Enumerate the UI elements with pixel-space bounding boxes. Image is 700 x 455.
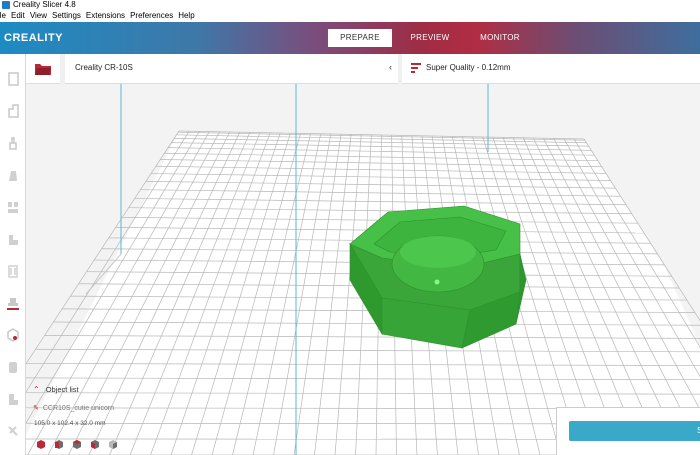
top-view-icon[interactable]	[71, 438, 82, 449]
tool-4-icon[interactable]	[3, 164, 23, 186]
header-bar: CREALITY PREPARE PREVIEW MONITOR	[0, 22, 700, 54]
print-settings-selector[interactable]: Super Quality - 0.12mm	[402, 54, 700, 84]
printer-selector[interactable]: Creality CR-10S ‹	[65, 54, 398, 84]
tool-11-icon[interactable]	[3, 356, 23, 378]
slice-button[interactable]: S	[569, 421, 700, 441]
creality-logo: CREALITY	[4, 32, 63, 44]
per-model-settings-icon[interactable]	[3, 324, 23, 346]
tool-1-icon[interactable]	[3, 68, 23, 90]
open-file-button[interactable]	[26, 54, 60, 84]
menu-bar: ile Edit View Settings Extensions Prefer…	[0, 10, 700, 22]
model-dome-top	[400, 236, 476, 268]
model-highlight	[434, 279, 440, 285]
tool-12-icon[interactable]	[3, 388, 23, 410]
left-toolbar	[0, 54, 26, 455]
tool-13-icon[interactable]	[3, 420, 23, 442]
tool-2-icon[interactable]	[3, 100, 23, 122]
menu-help[interactable]: Help	[178, 10, 194, 22]
quality-profile-label: Super Quality - 0.12mm	[426, 63, 511, 72]
support-blocker-icon[interactable]	[3, 292, 23, 314]
menu-file[interactable]: ile	[0, 10, 6, 22]
tab-monitor[interactable]: MONITOR	[468, 29, 532, 47]
tool-6-icon[interactable]	[3, 228, 23, 250]
tab-preview[interactable]: PREVIEW	[398, 29, 462, 47]
left-view-icon[interactable]	[89, 438, 100, 449]
right-view-icon[interactable]	[107, 438, 118, 449]
front-view-icon[interactable]	[53, 438, 64, 449]
object-name: CCR10S_cutie unicorn	[42, 404, 115, 412]
object-list-toggle[interactable]: ⌃ Object list	[33, 385, 79, 394]
chevron-left-icon[interactable]: ‹	[389, 62, 392, 72]
menu-extensions[interactable]: Extensions	[86, 10, 125, 22]
3d-view-icon[interactable]	[35, 438, 46, 449]
tool-5-icon[interactable]	[3, 196, 23, 218]
object-list-label: Object list	[45, 385, 79, 394]
menu-preferences[interactable]: Preferences	[130, 10, 173, 22]
title-bar: Creality Slicer 4.8	[0, 0, 700, 10]
chevron-up-icon: ⌃	[33, 385, 40, 394]
window-title: Creality Slicer 4.8	[13, 0, 76, 9]
folder-icon	[35, 63, 51, 75]
tool-7-icon[interactable]	[3, 260, 23, 282]
object-list-panel: ⌃ Object list ✎ CCR10S_cutie unicorn 105…	[33, 384, 193, 454]
app-icon	[2, 1, 10, 9]
menu-settings[interactable]: Settings	[52, 10, 81, 22]
printer-name: Creality CR-10S	[75, 63, 133, 72]
object-dimensions: 105.0 x 102.4 x 32.0 mm	[34, 420, 106, 427]
tool-3-icon[interactable]	[3, 132, 23, 154]
print-settings-icon	[411, 63, 421, 73]
slice-panel: S	[556, 407, 700, 455]
tab-prepare[interactable]: PREPARE	[328, 29, 392, 47]
menu-view[interactable]: View	[30, 10, 47, 22]
menu-edit[interactable]: Edit	[11, 10, 25, 22]
camera-view-buttons	[35, 438, 118, 449]
object-name-row[interactable]: ✎ CCR10S_cutie unicorn	[33, 404, 115, 413]
pencil-icon: ✎	[33, 405, 39, 412]
app-window: Creality Slicer 4.8 ile Edit View Settin…	[0, 0, 700, 455]
